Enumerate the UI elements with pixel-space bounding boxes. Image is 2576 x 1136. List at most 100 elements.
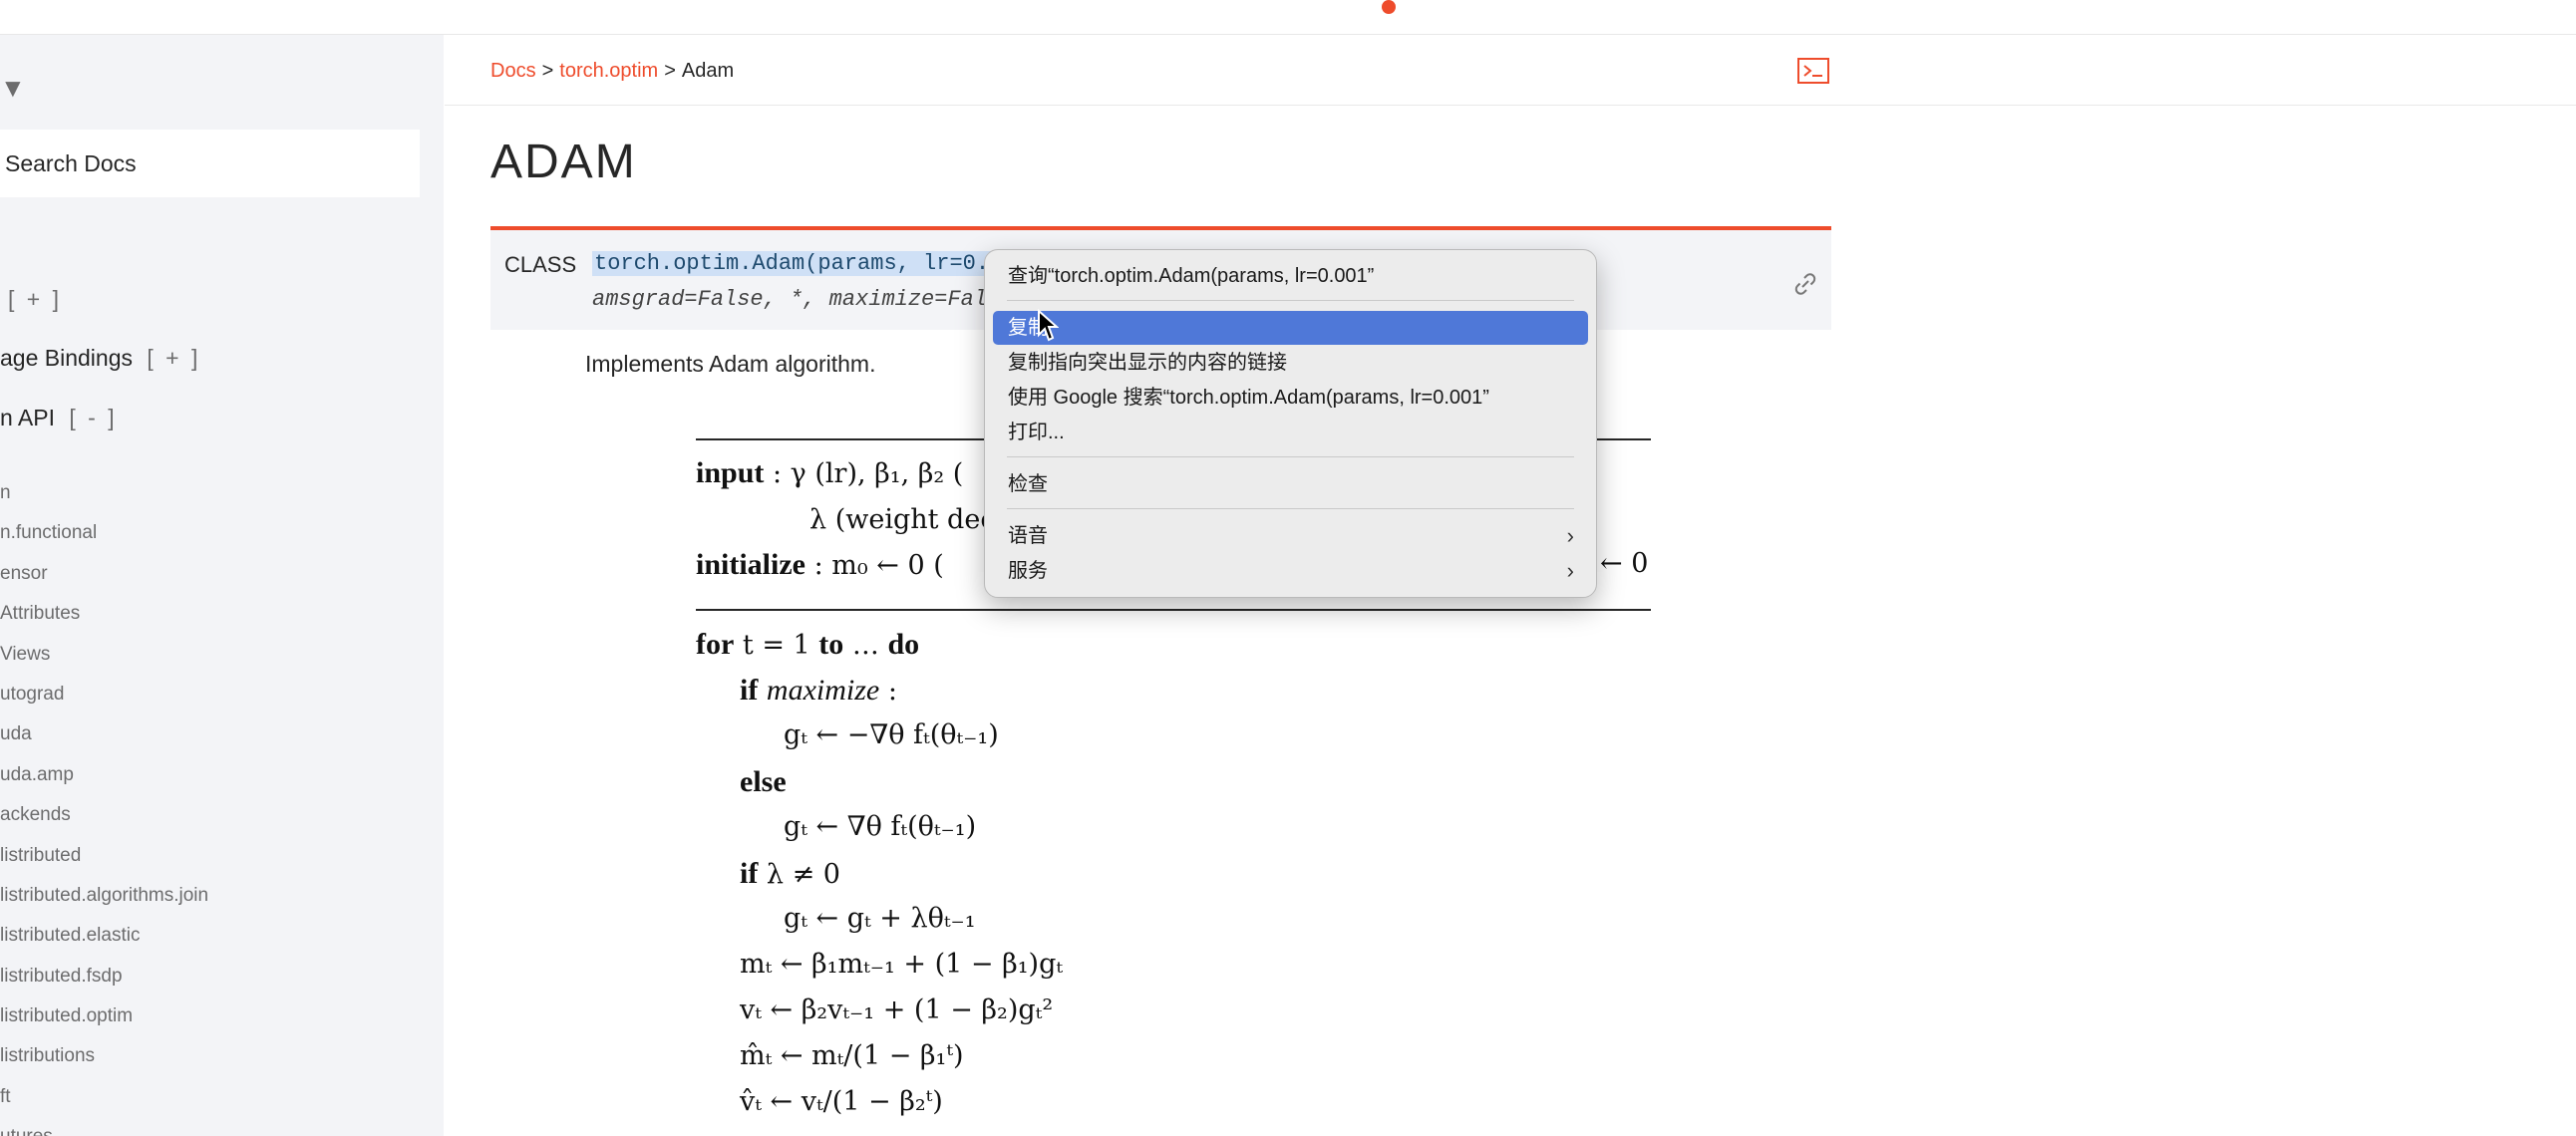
menu-item-label: 语音 — [1008, 525, 1048, 547]
sidebar-item-fft[interactable]: ft — [0, 1077, 208, 1117]
algo-text: t = 1 — [734, 630, 819, 661]
algo-if-maximize-line: if maximize : — [740, 674, 897, 708]
algo-for-line: for t = 1 to … do — [696, 628, 919, 662]
sidebar-item-distributed-algorithms-join[interactable]: listributed.algorithms.join — [0, 876, 208, 916]
algo-keyword: to — [818, 628, 844, 661]
menu-item-label: 使用 Google 搜索“torch.optim.Adam(params, lr… — [1008, 387, 1489, 409]
breadcrumb-separator: > — [541, 60, 554, 82]
class-description: Implements Adam algorithm. — [585, 351, 876, 377]
docs-header: Docs > torch.optim > Adam — [445, 35, 2576, 106]
algo-else-line: else — [740, 765, 787, 799]
sidebar-item-tensor-attributes[interactable]: Attributes — [0, 594, 208, 634]
breadcrumb: Docs > torch.optim > Adam — [490, 60, 734, 83]
algo-weight-decay-line: gₜ ← gₜ + λθₜ₋₁ — [784, 903, 976, 934]
menu-item-look-up[interactable]: 查询“torch.optim.Adam(params, lr=0.001” — [985, 259, 1596, 293]
algo-keyword: initialize — [696, 548, 805, 581]
chevron-right-icon: › — [1566, 523, 1574, 548]
sidebar-api-list: n n.functional ensor Attributes Views ut… — [0, 473, 208, 1136]
sidebar-item-cuda-amp[interactable]: uda.amp — [0, 755, 208, 795]
menu-item-label: 复制指向突出显示的内容的链接 — [1008, 352, 1287, 374]
menu-item-speech[interactable]: 语音 › — [985, 519, 1596, 553]
algo-text: … — [843, 630, 888, 661]
menu-item-label: 检查 — [1008, 473, 1048, 495]
algo-keyword: if — [740, 674, 759, 707]
sidebar-item-distributed-optim[interactable]: listributed.optim — [0, 996, 208, 1036]
sidebar-section-language-bindings[interactable]: age Bindings [ + ] — [0, 345, 200, 372]
algo-initialize-tail: ← 0 — [1600, 548, 1649, 579]
sidebar-item-distributed-elastic[interactable]: listributed.elastic — [0, 916, 208, 956]
sidebar-section-label: n API — [0, 405, 55, 430]
page-title: ADAM — [490, 136, 637, 188]
sidebar-item-distributed[interactable]: listributed — [0, 836, 208, 876]
sidebar-section-label: age Bindings — [0, 345, 133, 371]
collapse-triangle-icon[interactable]: ▼ — [0, 73, 26, 104]
class-signature[interactable]: torch.optim.Adam(params, lr=0.0 — [592, 251, 1005, 276]
context-menu: 查询“torch.optim.Adam(params, lr=0.001” 复制… — [984, 249, 1597, 598]
menu-item-services[interactable]: 服务 › — [985, 554, 1596, 588]
sidebar-item-backends[interactable]: ackends — [0, 795, 208, 835]
search-box[interactable] — [0, 130, 420, 197]
sidebar-section-python-api[interactable]: n API [ - ] — [0, 405, 118, 431]
algo-input-line: input : γ (lr), β₁, β₂ ( — [696, 456, 963, 490]
algo-second-moment-line: vₜ ← β₂vₜ₋₁ + (1 − β₂)gₜ² — [740, 994, 1054, 1025]
sidebar-item-distributed-fsdp[interactable]: listributed.fsdp — [0, 957, 208, 996]
algo-gradient-neg-line: gₜ ← −∇θ fₜ(θₜ₋₁) — [784, 719, 999, 750]
algo-text: : — [879, 676, 897, 707]
algo-text: : m₀ ← 0 ( — [805, 550, 944, 581]
menu-item-print[interactable]: 打印... — [985, 416, 1596, 449]
algo-keyword: input — [696, 456, 765, 489]
sidebar-item-futures[interactable]: utures — [0, 1117, 208, 1136]
terminal-icon[interactable] — [1797, 58, 1829, 84]
sidebar: ▼ [ + ] age Bindings [ + ] n API [ - ] n… — [0, 35, 444, 1136]
breadcrumb-separator: > — [664, 60, 676, 82]
sidebar-item-nn[interactable]: n — [0, 473, 208, 513]
recording-dot-icon — [1382, 0, 1396, 14]
window-top-bar — [0, 0, 2576, 35]
algo-variable: maximize — [766, 674, 880, 707]
algo-keyword: for — [696, 628, 735, 661]
menu-item-inspect[interactable]: 检查 — [985, 467, 1596, 501]
algo-first-moment-line: mₜ ← β₁mₜ₋₁ + (1 − β₁)gₜ — [740, 949, 1064, 980]
menu-item-copy[interactable]: 复制 — [993, 311, 1588, 345]
menu-item-label: 打印... — [1008, 422, 1065, 443]
algo-if-lambda-line: if λ ≠ 0 — [740, 857, 840, 891]
algo-lambda-line: λ (weight dec — [809, 504, 996, 535]
breadcrumb-docs-link[interactable]: Docs — [490, 60, 536, 82]
menu-item-copy-link-to-highlight[interactable]: 复制指向突出显示的内容的链接 — [985, 346, 1596, 380]
mouse-cursor-icon — [1038, 309, 1059, 342]
algorithm-mid-rule — [696, 609, 1651, 611]
selected-signature-text[interactable]: torch.optim.Adam(params, lr=0.0 — [592, 251, 1005, 276]
sidebar-item-distributions[interactable]: listributions — [0, 1036, 208, 1076]
search-input[interactable] — [0, 130, 404, 197]
permalink-icon[interactable] — [1791, 270, 1819, 298]
algo-bias-corrected-m-line: m̂ₜ ← mₜ/(1 − β₁ᵗ) — [740, 1040, 964, 1071]
sidebar-item-tensor-views[interactable]: Views — [0, 635, 208, 675]
sidebar-item-nn-functional[interactable]: n.functional — [0, 513, 208, 553]
chevron-right-icon: › — [1566, 558, 1574, 583]
breadcrumb-optim-link[interactable]: torch.optim — [559, 60, 658, 82]
algo-initialize-line: initialize : m₀ ← 0 ( — [696, 548, 944, 582]
algo-gradient-line: gₜ ← ∇θ fₜ(θₜ₋₁) — [784, 811, 977, 842]
sidebar-item-cuda[interactable]: uda — [0, 714, 208, 754]
class-keyword: CLASS — [504, 252, 577, 277]
algo-text: : γ (lr), β₁, β₂ ( — [764, 458, 964, 489]
sidebar-item-autograd[interactable]: utograd — [0, 675, 208, 714]
menu-separator — [1007, 300, 1574, 301]
menu-item-search-google[interactable]: 使用 Google 搜索“torch.optim.Adam(params, lr… — [985, 381, 1596, 415]
algo-keyword: else — [740, 765, 787, 798]
menu-separator — [1007, 456, 1574, 457]
collapse-toggle[interactable]: [ - ] — [69, 405, 117, 430]
expand-toggle[interactable]: [ + ] — [147, 345, 200, 371]
expand-toggle[interactable]: [ + ] — [8, 286, 62, 312]
menu-separator — [1007, 508, 1574, 509]
breadcrumb-current: Adam — [681, 60, 735, 82]
class-signature-continued: amsgrad=False, *, maximize=False — [592, 287, 1014, 312]
sidebar-item-tensor[interactable]: ensor — [0, 554, 208, 594]
sidebar-section-1[interactable]: [ + ] — [0, 286, 62, 313]
algo-text: λ ≠ 0 — [758, 859, 840, 890]
menu-item-label: 服务 — [1008, 560, 1048, 582]
algo-keyword: if — [740, 857, 759, 890]
algo-keyword: do — [887, 628, 920, 661]
algo-bias-corrected-v-line: v̂ₜ ← vₜ/(1 − β₂ᵗ) — [740, 1086, 943, 1117]
menu-item-label: 查询“torch.optim.Adam(params, lr=0.001” — [1008, 265, 1375, 287]
